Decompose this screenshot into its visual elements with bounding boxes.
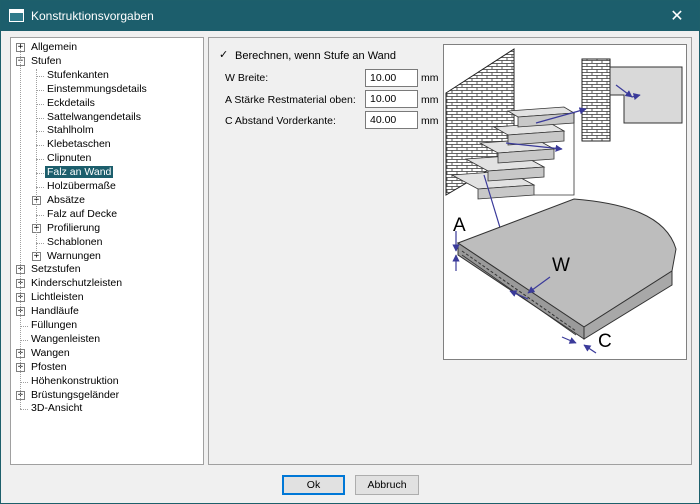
tree-connector — [36, 103, 44, 105]
tree-connector — [36, 242, 44, 244]
field-label-front-distance: C Abstand Vorderkante: — [225, 115, 336, 127]
label-w: W — [552, 255, 570, 276]
tree-item[interactable]: Absätze — [45, 194, 87, 207]
tree-connector — [20, 381, 28, 383]
tree-item[interactable]: Wangen — [29, 347, 72, 360]
tree-item[interactable]: Schablonen — [45, 236, 104, 249]
tree-item-label: Wangen — [31, 346, 70, 359]
tree-item-label: Eckdetails — [47, 96, 95, 109]
checkbox-label: Berechnen, wenn Stufe an Wand — [235, 50, 397, 62]
ok-button[interactable]: Ok — [282, 475, 345, 495]
field-label-width: W Breite: — [225, 72, 269, 84]
tree-item[interactable]: Holzübermaße — [45, 180, 118, 193]
checkbox-check-icon[interactable]: ✓ — [219, 50, 230, 61]
tree-item-label: Höhenkonstruktion — [31, 374, 119, 387]
tree-item[interactable]: Handläufe — [29, 305, 81, 318]
tree-item[interactable]: Falz an Wand — [45, 166, 114, 179]
tree-connector — [36, 75, 44, 77]
tree-item-label: Wangenleisten — [31, 332, 101, 345]
tree-item-label: Stahlholm — [47, 124, 94, 137]
window-title: Konstruktionsvorgaben — [31, 9, 154, 23]
tree-item[interactable]: Eckdetails — [45, 97, 97, 110]
tree-item[interactable]: Brüstungsgeländer — [29, 389, 121, 402]
cancel-button[interactable]: Abbruch — [355, 475, 419, 495]
tree-item-label: Kinderschutzleisten — [31, 277, 123, 290]
tree-item[interactable]: 3D-Ansicht — [29, 402, 84, 415]
title-bar: Konstruktionsvorgaben ✕ — [1, 1, 699, 31]
tree-connector — [20, 409, 28, 411]
tree-item-label: Falz an Wand — [45, 166, 114, 179]
tree-connector — [36, 173, 44, 175]
unit-front-distance: mm — [421, 115, 439, 127]
width-input[interactable] — [365, 69, 418, 87]
tree-item-label: 3D-Ansicht — [31, 402, 83, 415]
tree-item-label: Allgemein — [31, 41, 78, 53]
residual-thickness-input[interactable] — [365, 90, 418, 108]
tree-connector — [36, 89, 44, 91]
tree-item-label: Setzstufen — [31, 263, 81, 276]
tree-item-label: Pfosten — [31, 360, 67, 373]
tree-connector — [36, 159, 44, 161]
tree-item[interactable]: Stufen — [29, 55, 63, 68]
close-button[interactable]: ✕ — [655, 1, 699, 31]
tree-item[interactable]: Sattelwangendetails — [45, 111, 143, 124]
field-label-residual-thickness: A Stärke Restmaterial oben: — [225, 94, 356, 106]
tree-item-label: Schablonen — [47, 235, 103, 248]
rebate-diagram-svg: A W C — [445, 48, 683, 354]
tree-item[interactable]: Stufenkanten — [45, 69, 111, 82]
label-c: C — [598, 331, 612, 352]
section-wall — [581, 58, 611, 142]
tree-connector — [36, 68, 37, 256]
section-step — [609, 66, 683, 124]
tree-item-label: Klebetaschen — [47, 138, 111, 151]
tree-item-label: Falz auf Decke — [47, 207, 118, 220]
tree-item-label: Stufen — [31, 54, 62, 67]
tree-item-label: Sattelwangendetails — [47, 110, 141, 123]
tree-item[interactable]: Wangenleisten — [29, 333, 102, 346]
tree-connector — [36, 187, 44, 188]
tree-connector — [36, 131, 44, 133]
tree-connector — [20, 339, 28, 341]
tree-connector — [36, 214, 44, 216]
tree-item-label: Profilierung — [47, 221, 101, 234]
tree-item[interactable]: Setzstufen — [29, 263, 83, 276]
tree-item-label: Lichtleisten — [31, 291, 84, 304]
tree-item-label: Clipnuten — [47, 152, 92, 165]
tree-connector — [20, 326, 28, 327]
tree-connector — [36, 117, 44, 119]
tree-item[interactable]: Einstemmungsdetails — [45, 83, 149, 96]
tree-connector — [20, 50, 21, 410]
tree-item[interactable]: Clipnuten — [45, 152, 93, 165]
tree-item-label: Stufenkanten — [47, 68, 109, 81]
tree-item-label: Einstemmungsdetails — [47, 82, 147, 95]
tree-item[interactable]: Allgemein — [29, 41, 79, 54]
tree-item-label: Füllungen — [31, 319, 78, 331]
rebate-diagram: A W C — [443, 44, 687, 360]
tree-item[interactable]: Höhenkonstruktion — [29, 375, 121, 388]
unit-residual-thickness: mm — [421, 94, 439, 106]
tree-item[interactable]: Kinderschutzleisten — [29, 277, 124, 290]
tree-item[interactable]: Klebetaschen — [45, 138, 113, 151]
tree-item-label: Warnungen — [47, 249, 101, 262]
label-a: A — [453, 215, 466, 236]
tree-item[interactable]: Lichtleisten — [29, 291, 86, 304]
tree-item-label: Handläufe — [31, 305, 79, 318]
tree-item-label: Absätze — [47, 193, 85, 206]
tree-item-label: Brüstungsgeländer — [31, 388, 120, 401]
tree-item[interactable]: Füllungen — [29, 319, 79, 332]
settings-tree[interactable]: Allgemein + Stufen − Stufenkanten Einstemmung… — [10, 37, 204, 465]
tree-item[interactable]: Stahlholm — [45, 124, 96, 137]
tree-item[interactable]: Profilierung — [45, 222, 102, 235]
tree-item-label: Holzübermaße — [47, 180, 116, 192]
tree-connector — [36, 145, 44, 147]
unit-width: mm — [421, 72, 439, 84]
front-distance-input[interactable] — [365, 111, 418, 129]
tree-item[interactable]: Warnungen — [45, 250, 103, 263]
app-window-icon — [9, 9, 24, 22]
tree-item[interactable]: Pfosten — [29, 361, 69, 374]
tree-item[interactable]: Falz auf Decke — [45, 208, 119, 221]
dialog-window: Konstruktionsvorgaben ✕ Allgemein + Stufen… — [0, 0, 700, 504]
